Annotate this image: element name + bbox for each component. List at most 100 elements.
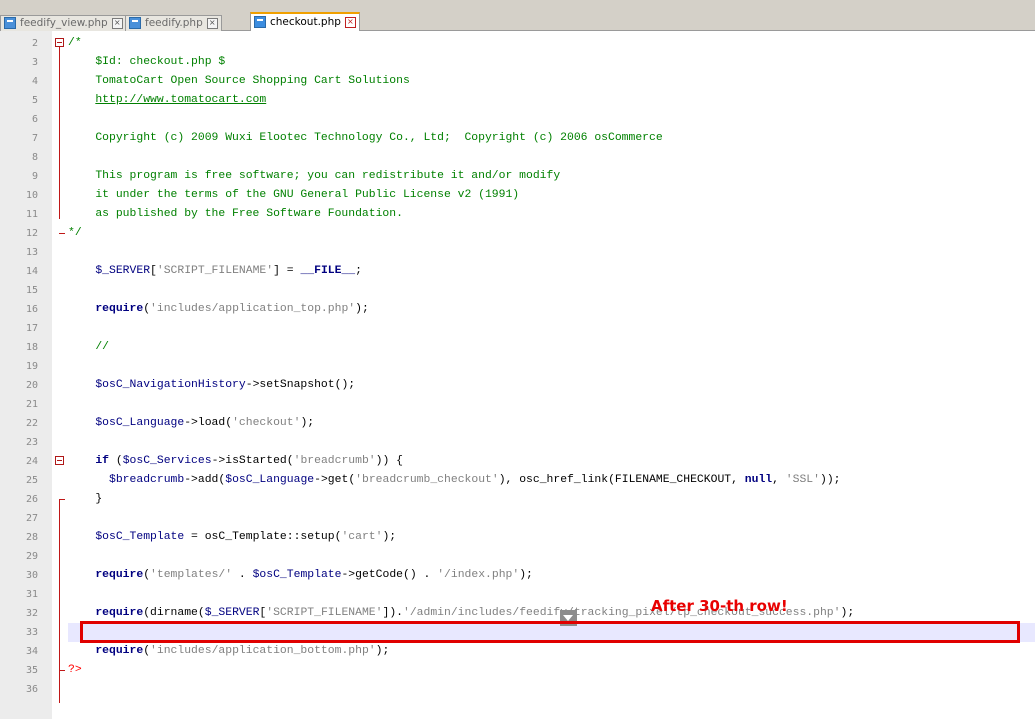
code-line: 19 <box>0 357 1035 376</box>
method: isStarted <box>225 455 287 467</box>
close-icon[interactable]: × <box>344 16 356 28</box>
code-line: 23 <box>0 433 1035 452</box>
line-number: 32 <box>25 608 38 619</box>
variable: $osC_Language <box>95 417 185 429</box>
punctuation: ] <box>273 265 280 277</box>
method: load <box>197 417 226 429</box>
comment: Copyright (c) 2009 Wuxi Elootec Technolo… <box>95 132 663 144</box>
code-editor[interactable]: 2 /* 3 $Id: checkout.php $ 4 TomatoCart … <box>0 31 1035 719</box>
close-icon[interactable]: × <box>111 17 123 29</box>
punctuation: ); <box>382 531 397 543</box>
tab-label: feedify.php <box>145 17 203 29</box>
punctuation: ); <box>355 303 369 315</box>
line-number: 15 <box>25 285 38 296</box>
operator: . <box>232 569 253 581</box>
fold-toggle[interactable] <box>55 38 64 47</box>
code-line: 30 require('templates/' . $osC_Template-… <box>0 566 1035 585</box>
code-line: 25 $breadcrumb->add($osC_Language->get('… <box>0 471 1035 490</box>
file-icon <box>129 17 141 29</box>
punctuation: , <box>772 474 786 486</box>
keyword: require <box>95 607 144 619</box>
code-line: 31 <box>0 585 1035 604</box>
line-number: 4 <box>31 76 38 87</box>
line-number: 16 <box>25 304 38 315</box>
line-number: 13 <box>25 247 38 258</box>
comment-url-link[interactable]: http://www.tomatocart.com <box>95 94 266 106</box>
punctuation: ( <box>286 455 294 467</box>
string: 'SCRIPT_FILENAME' <box>266 607 383 619</box>
code-line: 7 Copyright (c) 2009 Wuxi Elootec Techno… <box>0 129 1035 148</box>
code-line: 36 <box>0 680 1035 699</box>
code-line: 2 /* <box>0 34 1035 53</box>
variable: $_SERVER <box>95 265 151 277</box>
line-number: 29 <box>25 551 38 562</box>
code-line: 9 This program is free software; you can… <box>0 167 1035 186</box>
punctuation: ); <box>840 607 855 619</box>
line-number: 24 <box>25 456 38 467</box>
close-icon[interactable]: × <box>206 17 218 29</box>
file-icon <box>254 16 266 28</box>
line-number: 21 <box>25 399 38 410</box>
code-line: 10 it under the terms of the GNU General… <box>0 186 1035 205</box>
line-number: 23 <box>25 437 38 448</box>
line-number: 20 <box>25 380 38 391</box>
keyword: require <box>95 303 144 315</box>
code-text: () . <box>403 569 438 581</box>
code-line: 27 <box>0 509 1035 528</box>
fold-end-marker <box>59 233 65 234</box>
line-number: 10 <box>25 190 38 201</box>
string: '/index.php' <box>437 569 520 581</box>
punctuation: ( <box>109 455 123 467</box>
line-number: 30 <box>25 570 38 581</box>
line-number: 26 <box>25 494 38 505</box>
code-line: 14 $_SERVER['SCRIPT_FILENAME'] = __FILE_… <box>0 262 1035 281</box>
comment: TomatoCart Open Source Shopping Cart Sol… <box>95 75 410 87</box>
tab-checkout-php[interactable]: checkout.php × <box>250 12 360 32</box>
line-number: 27 <box>25 513 38 524</box>
operator: -> <box>341 569 356 581</box>
comment: This program is free software; you can r… <box>95 170 561 182</box>
line-number: 9 <box>31 171 38 182</box>
line-number: 18 <box>25 342 38 353</box>
keyword: require <box>95 569 144 581</box>
variable: $breadcrumb <box>109 474 185 486</box>
punctuation: ); <box>519 569 533 581</box>
punctuation: [ <box>150 265 157 277</box>
fold-end-marker <box>59 499 65 500</box>
fold-toggle[interactable] <box>55 456 64 465</box>
method: get <box>327 474 349 486</box>
line-number: 5 <box>31 95 38 106</box>
code-line: 20 $osC_NavigationHistory->setSnapshot()… <box>0 376 1035 395</box>
file-icon <box>4 17 16 29</box>
code-line: 8 <box>0 148 1035 167</box>
operator: -> <box>314 474 328 486</box>
line-number: 17 <box>25 323 38 334</box>
line-number: 34 <box>25 646 38 657</box>
line-number: 19 <box>25 361 38 372</box>
line-number: 22 <box>25 418 38 429</box>
string: 'includes/application_top.php' <box>150 303 356 315</box>
variable: $_SERVER <box>204 607 260 619</box>
line-number: 2 <box>31 38 38 49</box>
code-line: 24 if ($osC_Services->isStarted('breadcr… <box>0 452 1035 471</box>
variable: $osC_NavigationHistory <box>95 379 246 391</box>
string: 'templates/' <box>150 569 233 581</box>
line-number: 31 <box>25 589 38 600</box>
string: 'SCRIPT_FILENAME' <box>156 265 274 277</box>
line-number: 28 <box>25 532 38 543</box>
punctuation: ); <box>300 417 315 429</box>
operator: -> <box>211 455 226 467</box>
punctuation: ]). <box>382 607 403 619</box>
annotation-label: After 30-th row! <box>651 597 788 615</box>
variable: $osC_Language <box>225 474 315 486</box>
line-number: 7 <box>31 133 38 144</box>
string: 'cart' <box>341 531 383 543</box>
line-number: 11 <box>25 209 38 220</box>
code-text: ), osc_href_link(FILENAME_CHECKOUT, <box>498 474 745 486</box>
code-text: (dirname( <box>143 607 205 619</box>
tab-feedify-php[interactable]: feedify.php × <box>125 15 222 31</box>
tab-feedify-view-php[interactable]: feedify_view.php × <box>0 15 127 31</box>
code-line: 18 // <box>0 338 1035 357</box>
code-line: 15 <box>0 281 1035 300</box>
